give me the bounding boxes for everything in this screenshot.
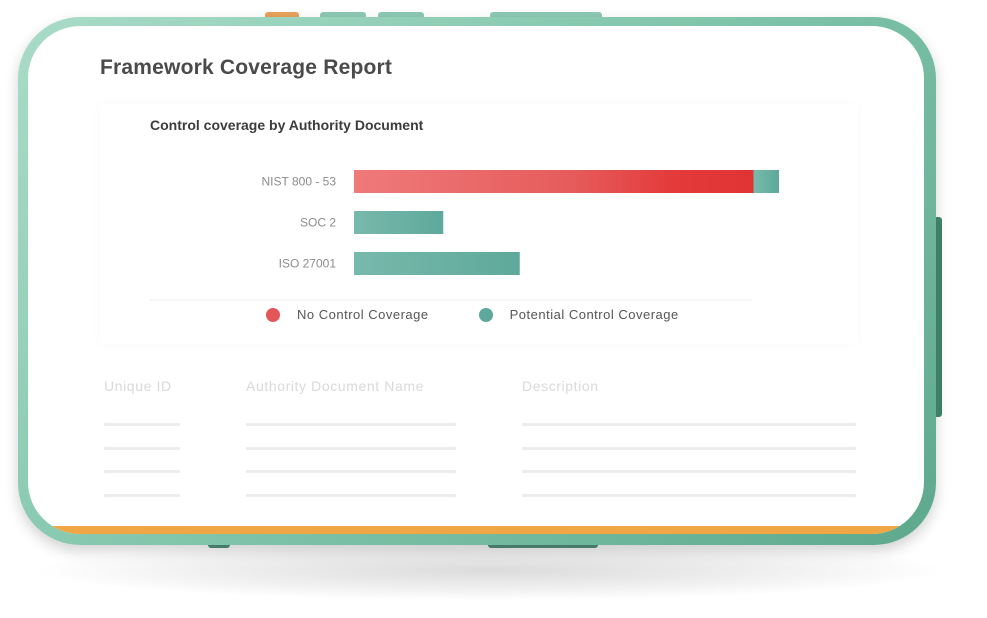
table-placeholder-line (246, 446, 456, 450)
table-header-unique-id: Unique ID (104, 378, 172, 394)
table-placeholder-line (246, 493, 456, 497)
legend-label: No Control Coverage (297, 307, 429, 322)
illustration-stage: Framework Coverage Report NIST 800 - 53 … (0, 0, 987, 618)
category-label: NIST 800 - 53 (262, 175, 337, 189)
bar-segment-potential-coverage (753, 170, 779, 193)
table-placeholder-line (104, 446, 180, 450)
legend-swatch-red (266, 307, 280, 322)
table-header-description: Description (522, 378, 599, 394)
device-frame: Framework Coverage Report NIST 800 - 53 … (18, 17, 942, 545)
bar-segment-potential-coverage (354, 211, 444, 234)
bar-segment-potential-coverage (354, 252, 520, 275)
chart-legend: No Control Coverage Potential Control Co… (266, 307, 679, 322)
report-title: Framework Coverage Report (100, 56, 393, 79)
table-placeholder-line (522, 470, 856, 473)
legend-item-no-coverage: No Control Coverage (266, 307, 429, 322)
accent-bar (28, 526, 924, 534)
legend-swatch-teal (478, 307, 493, 322)
coverage-chart-card: NIST 800 - 53 SOC 2 ISO 27001 Control cove… (100, 104, 858, 344)
table-placeholder-line (522, 446, 856, 450)
table-placeholder-line (104, 470, 180, 473)
table-placeholder-line (522, 423, 856, 426)
report-screen: Framework Coverage Report NIST 800 - 53 … (28, 26, 924, 534)
bar-segment-no-coverage (354, 170, 754, 193)
table-placeholder-line (104, 423, 180, 426)
table-placeholder-line (104, 493, 180, 497)
chart-title: Control coverage by Authority Document (150, 117, 424, 133)
category-label: ISO 27001 (279, 257, 337, 271)
floor-shadow (40, 540, 940, 600)
table-header-authority-document-name: Authority Document Name (246, 378, 424, 394)
legend-item-potential-coverage: Potential Control Coverage (478, 307, 679, 322)
table-placeholder-line (246, 470, 456, 473)
table-placeholder-line (246, 423, 456, 426)
table-placeholder-line (522, 493, 856, 497)
category-label: SOC 2 (300, 216, 336, 230)
legend-label: Potential Control Coverage (509, 307, 679, 322)
